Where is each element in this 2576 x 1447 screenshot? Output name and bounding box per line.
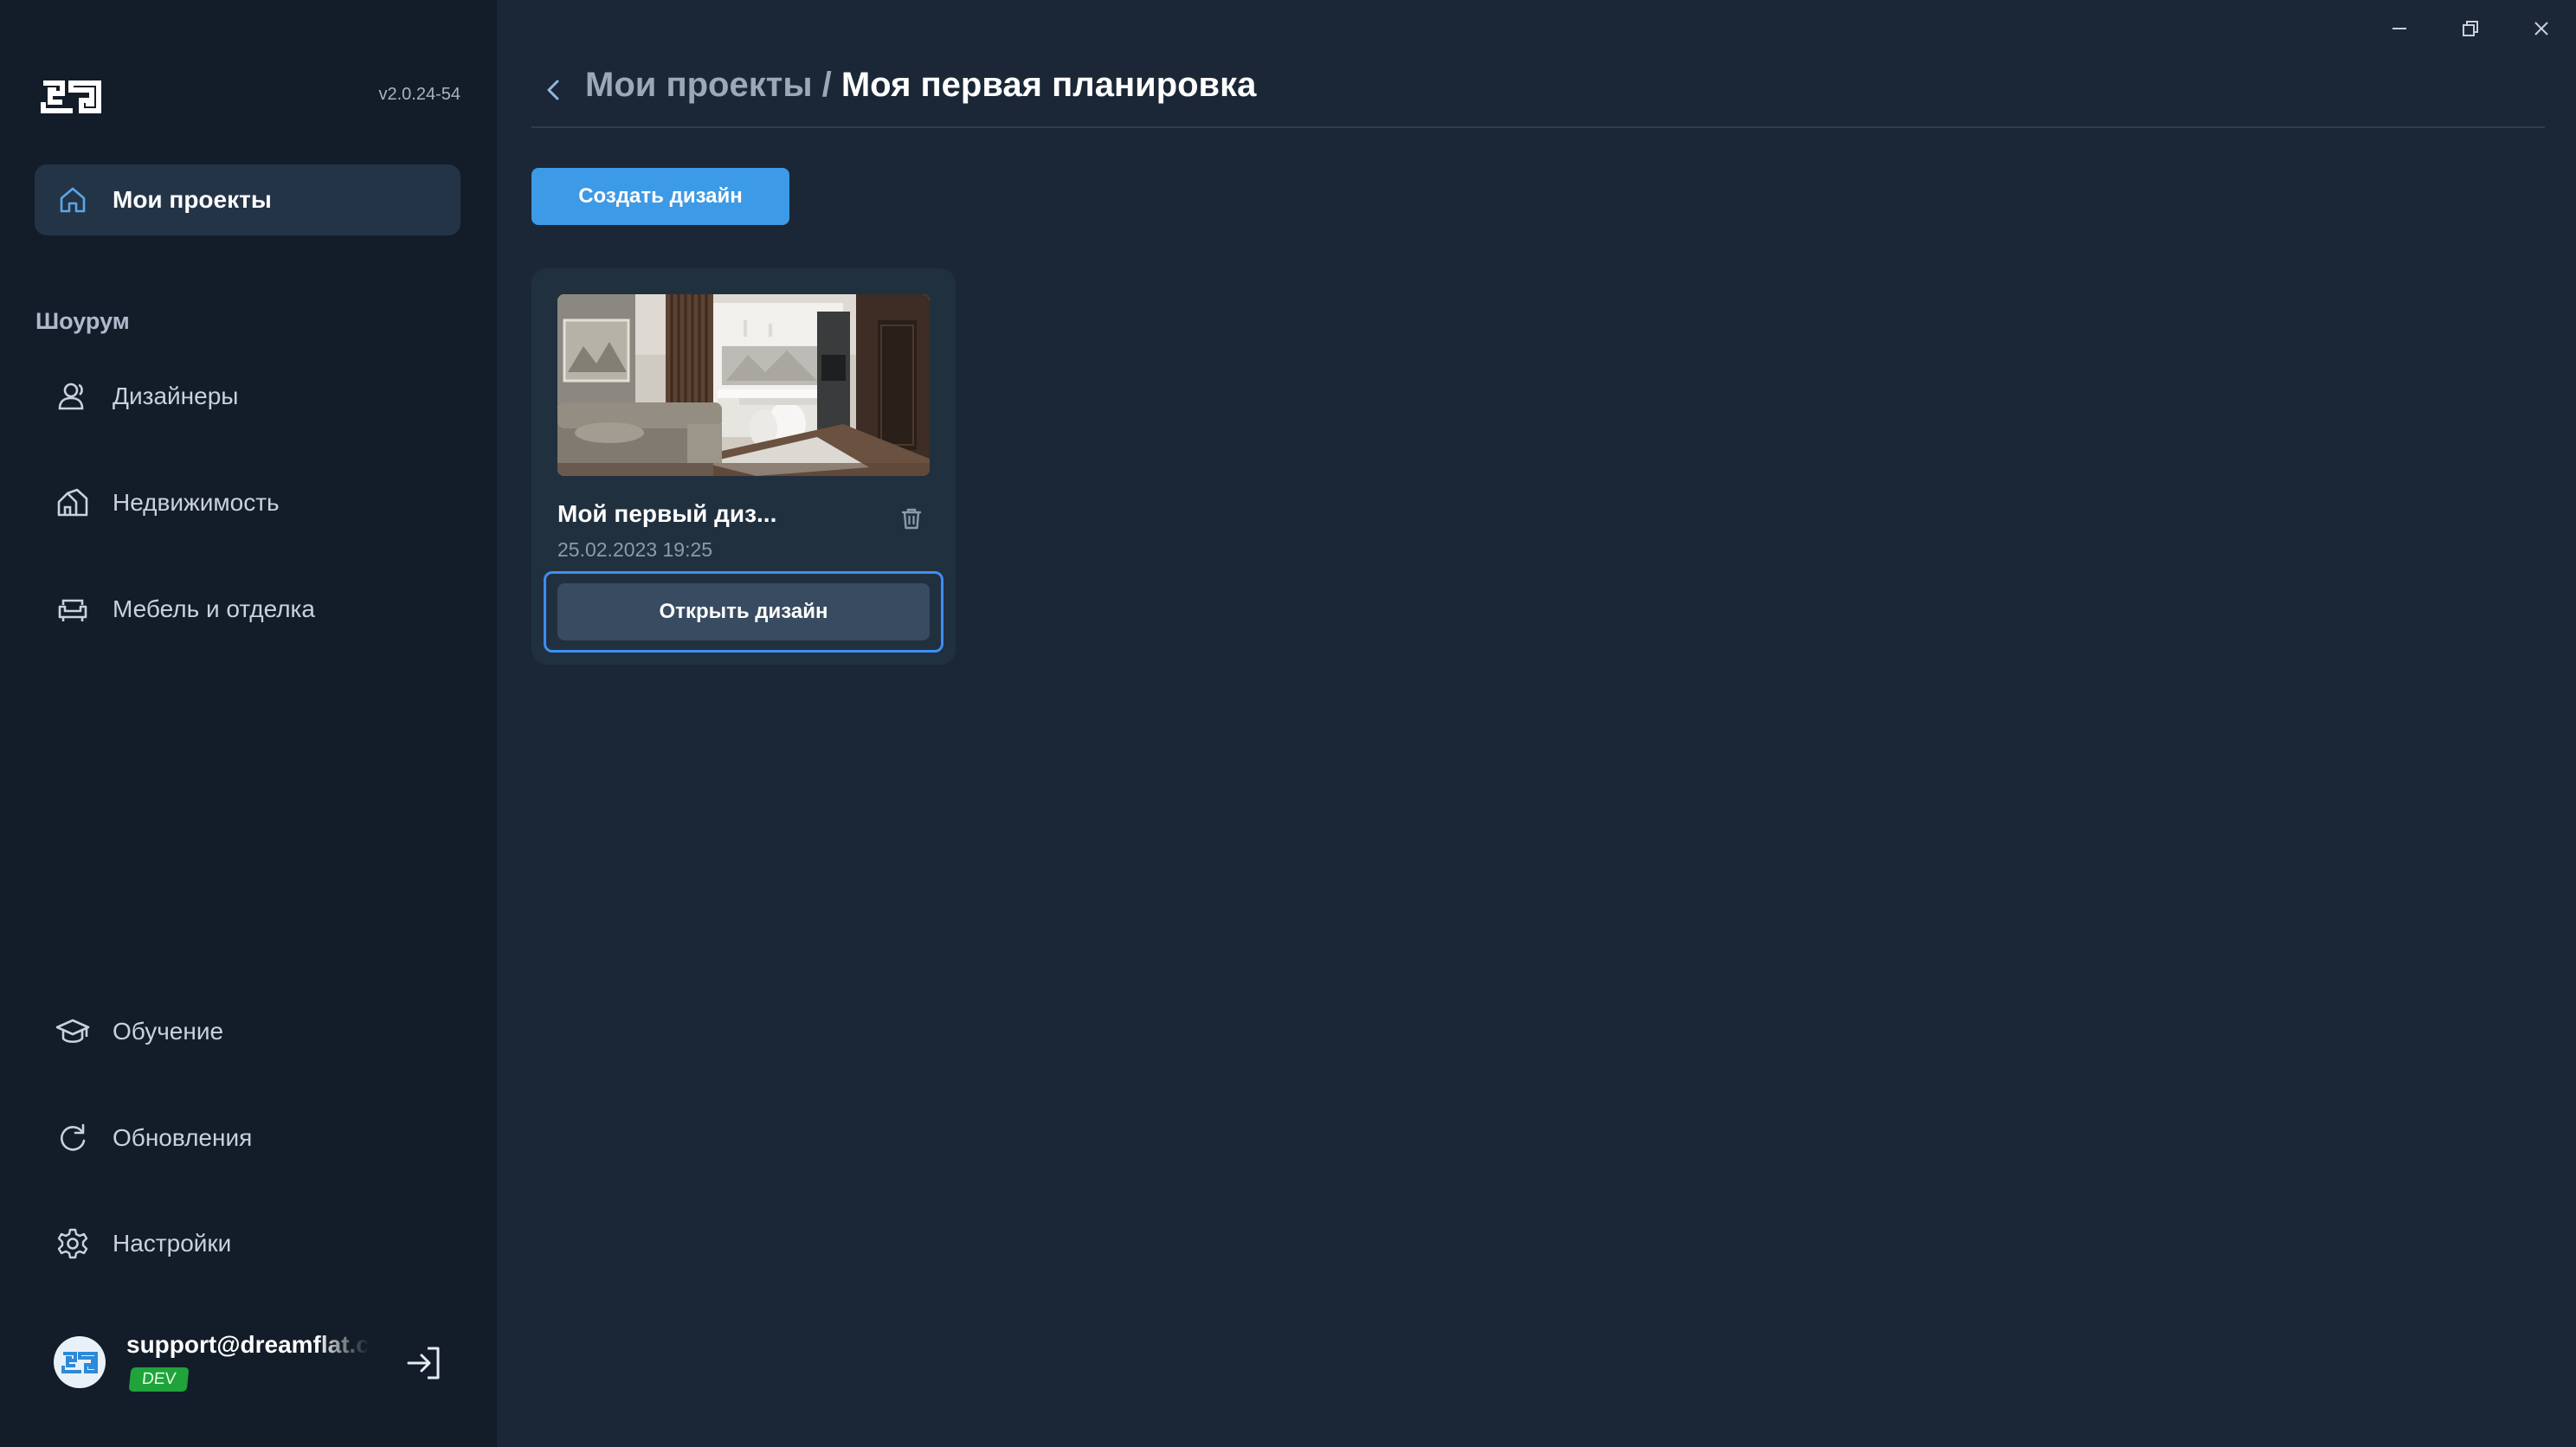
- back-button[interactable]: [538, 74, 570, 106]
- chevron-left-icon: [538, 74, 570, 106]
- sidebar-item-label: Обучение: [113, 1018, 224, 1045]
- breadcrumb: Мои проекты / Моя первая планировка: [585, 66, 1256, 105]
- sofa-icon: [55, 592, 90, 627]
- open-design-button[interactable]: Открыть дизайн: [557, 583, 930, 640]
- breadcrumb-separator: /: [812, 66, 841, 104]
- sidebar-item-furniture[interactable]: Мебель и отделка: [35, 574, 460, 645]
- dev-badge: DEV: [128, 1367, 190, 1392]
- design-date: 25.02.2023 19:25: [557, 538, 713, 561]
- graduation-cap-icon: [55, 1014, 90, 1049]
- sidebar-item-updates[interactable]: Обновления: [35, 1103, 460, 1174]
- sidebar-item-label: Мебель и отделка: [113, 595, 315, 622]
- sidebar-item-label: Недвижимость: [113, 489, 280, 516]
- sidebar-item-learning[interactable]: Обучение: [35, 996, 460, 1067]
- section-title-showroom: Шоурум: [35, 308, 130, 334]
- sidebar-item-label: Дизайнеры: [113, 383, 239, 409]
- sidebar-item-my-projects[interactable]: Мои проекты: [35, 164, 460, 235]
- close-button[interactable]: [2524, 16, 2559, 42]
- sidebar-item-label: Настройки: [113, 1230, 232, 1257]
- refresh-icon: [55, 1121, 90, 1155]
- sidebar-item-label: Мои проекты: [113, 186, 272, 213]
- dreamflat-logo: [40, 76, 102, 116]
- design-thumbnail[interactable]: [557, 294, 930, 476]
- breadcrumb-parent-link[interactable]: Мои проекты: [585, 66, 813, 104]
- sidebar-item-real-estate[interactable]: Недвижимость: [35, 467, 460, 538]
- design-card: Мой первый диз... 25.02.2023 19:25 Откры…: [531, 268, 956, 665]
- designers-icon: [55, 379, 90, 414]
- design-title: Мой первый диз...: [557, 500, 777, 527]
- gear-icon: [55, 1226, 90, 1261]
- page-title: Моя первая планировка: [840, 66, 1257, 104]
- minimize-icon: [2391, 20, 2408, 37]
- create-design-button[interactable]: Создать дизайн: [531, 168, 789, 225]
- sidebar-item-designers[interactable]: Дизайнеры: [35, 361, 460, 432]
- minimize-button[interactable]: [2382, 16, 2417, 42]
- app-version: v2.0.24-54: [378, 85, 460, 104]
- sidebar-item-settings[interactable]: Настройки: [35, 1208, 460, 1279]
- sidebar-item-label: Обновления: [113, 1124, 253, 1151]
- restore-button[interactable]: [2453, 16, 2488, 42]
- header-divider: [531, 126, 2545, 128]
- home-icon: [55, 183, 90, 217]
- user-profile: support@dreamflat.co DEV: [54, 1331, 460, 1414]
- logout-icon[interactable]: [405, 1343, 445, 1383]
- avatar[interactable]: [54, 1336, 106, 1388]
- real-estate-icon: [55, 486, 90, 520]
- restore-icon: [2462, 20, 2479, 37]
- sidebar: v2.0.24-54 Мои проекты Шоурум Дизайнеры …: [0, 0, 497, 1447]
- delete-button[interactable]: [898, 505, 924, 531]
- user-email: support@dreamflat.co: [126, 1331, 369, 1358]
- close-icon: [2533, 20, 2550, 37]
- trash-icon: [898, 505, 924, 531]
